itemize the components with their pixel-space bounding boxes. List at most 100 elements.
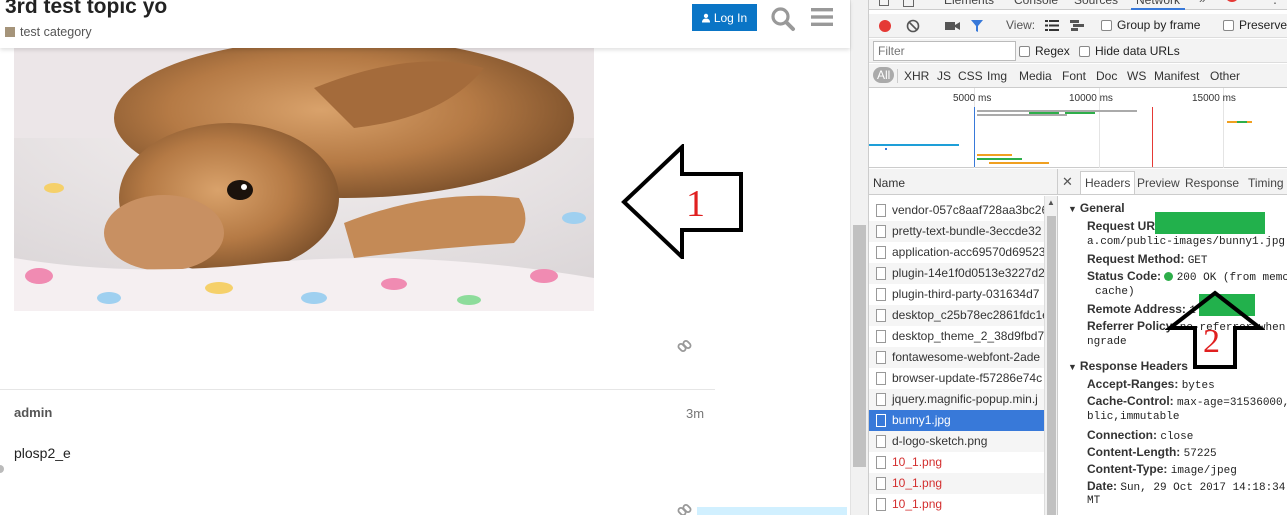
type-filter-doc[interactable]: Doc bbox=[1096, 69, 1117, 83]
request-row[interactable]: application-acc69570d69523 bbox=[869, 242, 1044, 263]
request-row-failed[interactable]: 10_1.png bbox=[869, 452, 1044, 473]
page-scrollbar-thumb[interactable] bbox=[853, 225, 866, 467]
expand-triangle-icon: ▼ bbox=[1068, 362, 1077, 372]
header-value-cont: ngrade bbox=[1087, 336, 1127, 348]
category-badge[interactable]: test category bbox=[5, 25, 92, 39]
request-row[interactable]: browser-update-f57286e74c bbox=[869, 368, 1044, 389]
request-list: vendor-057c8aaf728aa3bc26 pretty-text-bu… bbox=[869, 196, 1044, 515]
regex-toggle[interactable]: Regex bbox=[1019, 44, 1070, 58]
request-row[interactable]: desktop_c25b78ec2861fdc1e bbox=[869, 305, 1044, 326]
header-value: 57225 bbox=[1183, 448, 1217, 460]
request-row[interactable]: plugin-14e1f0d0513e3227d2 bbox=[869, 263, 1044, 284]
general-section[interactable]: ▼ General bbox=[1068, 201, 1125, 215]
request-list-scrollbar[interactable]: ▲ bbox=[1044, 196, 1058, 515]
large-rows-icon[interactable] bbox=[1045, 20, 1059, 31]
request-name: d-logo-sketch.png bbox=[892, 434, 988, 448]
page-scrollbar[interactable] bbox=[850, 0, 868, 515]
request-list-scrollbar-thumb[interactable] bbox=[1047, 216, 1056, 515]
login-button[interactable]: Log In bbox=[692, 4, 757, 31]
checkbox[interactable] bbox=[1079, 46, 1090, 57]
timeline-bar bbox=[885, 148, 887, 150]
clear-icon[interactable] bbox=[906, 19, 920, 33]
devtools-tab-bar: Elements Console Sources Network » ⋮ bbox=[869, 0, 1287, 10]
post-image-bunny[interactable] bbox=[14, 48, 594, 311]
request-name: plugin-14e1f0d0513e3227d2 bbox=[892, 266, 1044, 280]
group-by-frame-toggle[interactable]: Group by frame bbox=[1101, 18, 1200, 32]
file-icon bbox=[876, 351, 886, 364]
type-filter-xhr[interactable]: XHR bbox=[904, 69, 929, 83]
redaction-box bbox=[1155, 212, 1265, 234]
share-link-icon[interactable] bbox=[677, 503, 693, 515]
filter-input[interactable] bbox=[873, 41, 1016, 61]
request-row-failed[interactable]: 10_1.png bbox=[869, 494, 1044, 515]
detail-tab-bar: ✕ Headers Preview Response Timing bbox=[1058, 169, 1287, 195]
checkbox[interactable] bbox=[1223, 20, 1234, 31]
inspect-element-icon[interactable] bbox=[879, 0, 891, 8]
request-row[interactable]: desktop_theme_2_38d9fbd7. bbox=[869, 326, 1044, 347]
preserve-log-toggle[interactable]: Preserve bbox=[1223, 18, 1287, 32]
search-icon[interactable] bbox=[770, 6, 796, 32]
post-author[interactable]: admin bbox=[14, 405, 52, 420]
scroll-up-icon[interactable]: ▲ bbox=[1047, 198, 1055, 207]
checkbox[interactable] bbox=[1019, 46, 1030, 57]
type-filter-other[interactable]: Other bbox=[1210, 69, 1240, 83]
type-filter-js[interactable]: JS bbox=[937, 69, 951, 83]
type-filter-css[interactable]: CSS bbox=[958, 69, 983, 83]
tab-network[interactable]: Network bbox=[1131, 0, 1186, 10]
left-arrow-icon: 1 bbox=[621, 142, 743, 262]
request-row[interactable]: jquery.magnific-popup.min.j bbox=[869, 389, 1044, 410]
record-icon[interactable] bbox=[878, 19, 892, 33]
request-row[interactable]: vendor-057c8aaf728aa3bc26 bbox=[869, 200, 1044, 221]
type-filter-all[interactable]: All bbox=[873, 67, 895, 83]
more-tabs-icon[interactable]: » bbox=[1199, 0, 1206, 6]
close-icon[interactable]: ✕ bbox=[1062, 174, 1073, 190]
type-filter-font[interactable]: Font bbox=[1062, 69, 1086, 83]
share-link-icon[interactable] bbox=[677, 339, 693, 355]
request-name: desktop_theme_2_38d9fbd7. bbox=[892, 329, 1044, 343]
tab-response[interactable]: Response bbox=[1185, 176, 1239, 190]
dom-content-loaded-marker bbox=[974, 107, 975, 167]
request-row-failed[interactable]: 10_1.png bbox=[869, 473, 1044, 494]
hide-data-urls-toggle[interactable]: Hide data URLs bbox=[1079, 44, 1180, 58]
post-divider bbox=[0, 389, 715, 390]
post-age[interactable]: 3m bbox=[686, 406, 704, 421]
request-row[interactable]: d-logo-sketch.png bbox=[869, 431, 1044, 452]
load-event-marker bbox=[1152, 107, 1153, 167]
error-count-icon[interactable] bbox=[1225, 0, 1239, 2]
request-row[interactable]: pretty-text-bundle-3eccde32 bbox=[869, 221, 1044, 242]
tab-preview[interactable]: Preview bbox=[1137, 176, 1180, 190]
status-code-row: Status Code: 200 OK (from memo bbox=[1087, 269, 1287, 284]
type-filter-ws[interactable]: WS bbox=[1127, 69, 1146, 83]
user-icon bbox=[701, 13, 710, 22]
header-value-cont: a.com/public-images/bunny1.jpg bbox=[1087, 236, 1286, 248]
overview-icon[interactable] bbox=[1070, 20, 1084, 31]
type-filter-img[interactable]: Img bbox=[987, 69, 1007, 83]
camera-icon[interactable] bbox=[945, 20, 961, 32]
device-toggle-icon[interactable] bbox=[903, 0, 917, 8]
timeline-bar bbox=[1065, 112, 1095, 114]
file-icon bbox=[876, 309, 886, 322]
request-row-selected[interactable]: bunny1.jpg bbox=[869, 410, 1044, 431]
topic-title[interactable]: 3rd test topic yo bbox=[5, 0, 167, 19]
checkbox[interactable] bbox=[1101, 20, 1112, 31]
header-key: Content-Length: bbox=[1087, 445, 1181, 459]
request-row[interactable]: fontawesome-webfont-2ade bbox=[869, 347, 1044, 368]
tab-headers[interactable]: Headers bbox=[1080, 171, 1136, 194]
reply-button[interactable] bbox=[697, 507, 847, 515]
type-filter-media[interactable]: Media bbox=[1019, 69, 1052, 83]
network-overview-timeline[interactable]: 5000 ms 10000 ms 15000 ms bbox=[869, 88, 1287, 168]
filter-funnel-icon[interactable] bbox=[970, 19, 984, 33]
tab-timing[interactable]: Timing bbox=[1248, 176, 1284, 190]
tab-console[interactable]: Console bbox=[1009, 0, 1063, 10]
file-icon bbox=[876, 204, 886, 217]
kebab-menu-icon[interactable]: ⋮ bbox=[1269, 0, 1281, 6]
tab-elements[interactable]: Elements bbox=[939, 0, 999, 10]
tab-sources[interactable]: Sources bbox=[1069, 0, 1123, 10]
forum-header: 3rd test topic yo test category Log In bbox=[0, 0, 850, 48]
name-column-header[interactable]: Name bbox=[873, 176, 905, 190]
request-row[interactable]: plugin-third-party-031634d7 bbox=[869, 284, 1044, 305]
type-filter-manifest[interactable]: Manifest bbox=[1154, 69, 1199, 83]
annotation-arrow-2: 2 bbox=[1164, 290, 1266, 373]
hamburger-menu-icon[interactable] bbox=[811, 8, 833, 26]
request-name: vendor-057c8aaf728aa3bc26 bbox=[892, 203, 1044, 217]
